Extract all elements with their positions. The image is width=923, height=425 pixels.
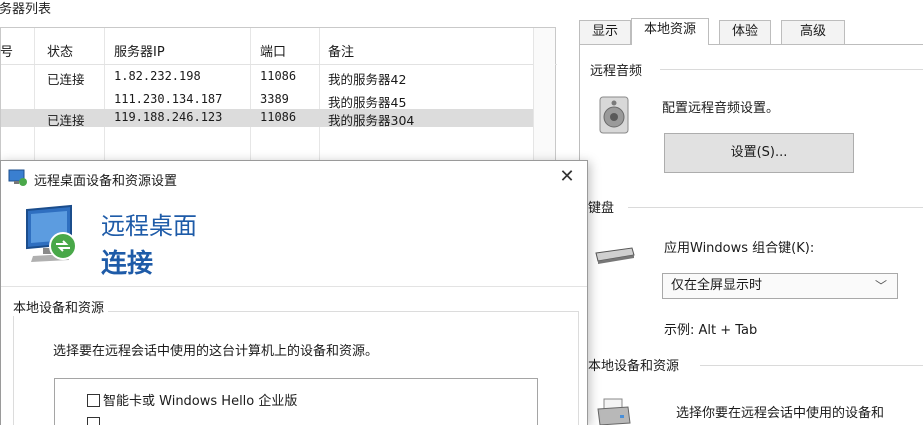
dialog-group-title: 本地设备和资源 <box>9 297 109 316</box>
local-devices-description: 选择你要在远程会话中使用的设备和 <box>676 406 885 421</box>
dialog-title: 远程桌面设备和资源设置 <box>34 174 178 189</box>
local-devices-group-title: 本地设备和资源 <box>588 355 684 374</box>
close-icon[interactable]: ✕ <box>555 165 579 189</box>
dialog-description: 选择要在远程会话中使用的这台计算机上的设备和资源。 <box>53 344 379 359</box>
chevron-down-icon: ﹀ <box>874 279 887 293</box>
row-status: 已连接 <box>47 72 85 87</box>
table-row[interactable]: 已连接 119.188.246.123 11086 我的服务器304 <box>1 109 535 128</box>
column-header-index[interactable]: 序号 <box>0 41 13 60</box>
column-header-ip[interactable]: 服务器IP <box>114 41 165 60</box>
keyboard-label: 应用Windows 组合键(K): <box>664 241 815 256</box>
keyboard-combo-value: 仅在全屏显示时 <box>671 278 763 293</box>
tab-display[interactable]: 显示 <box>579 20 631 44</box>
tab-advanced[interactable]: 高级 <box>781 20 845 44</box>
banner-connect: 连接 <box>101 249 154 279</box>
dialog-body: 本地设备和资源 选择要在远程会话中使用的这台计算机上的设备和资源。 智能卡或 W… <box>1 287 587 425</box>
printer-icon <box>594 397 634 425</box>
table-row[interactable]: 111.230.134.187 3389 我的服务器45 <box>1 91 535 110</box>
keyboard-icon <box>594 245 636 271</box>
banner-product-name: 远程桌面 <box>101 212 197 240</box>
dialog-titlebar[interactable]: 远程桌面设备和资源设置 ✕ <box>1 161 587 194</box>
smart-card-label: 智能卡或 Windows Hello 企业版 <box>103 394 298 409</box>
audio-description: 配置远程音频设置。 <box>662 101 780 116</box>
smart-card-checkbox[interactable]: 智能卡或 Windows Hello 企业版 <box>87 390 297 409</box>
audio-settings-button[interactable]: 设置(S)... <box>664 133 854 173</box>
column-header-note[interactable]: 备注 <box>328 41 354 60</box>
keyboard-example: 示例: Alt + Tab <box>664 323 758 338</box>
device-resource-dialog: 远程桌面设备和资源设置 ✕ 远程桌面 连接 本地设备和资源 选择要在远程会话中使… <box>0 160 588 425</box>
row-note: 我的服务器304 <box>328 113 415 128</box>
server-table[interactable]: 序号 状态 服务器IP 端口 备注 已连接 1.82.232.198 11086… <box>0 27 557 168</box>
remote-desktop-icon <box>8 169 28 191</box>
row-note: 我的服务器42 <box>328 72 407 87</box>
server-list-group-title: 服务器列表 <box>0 2 52 17</box>
table-scrollbar[interactable] <box>533 28 555 166</box>
column-header-port[interactable]: 端口 <box>260 41 286 60</box>
speaker-icon <box>598 95 632 139</box>
row-ip: 119.188.246.123 <box>114 110 223 124</box>
second-checkbox[interactable] <box>87 417 103 425</box>
keyboard-group-title: 键盘 <box>588 197 619 216</box>
checkbox-icon[interactable] <box>87 417 100 425</box>
remote-desktop-icon <box>19 204 85 274</box>
tab-experience[interactable]: 体验 <box>719 20 771 44</box>
row-port: 11086 <box>260 110 297 124</box>
audio-group-title: 远程音频 <box>590 60 647 79</box>
row-status: 已连接 <box>47 113 85 128</box>
keyboard-combo-select[interactable]: 仅在全屏显示时 ﹀ <box>662 273 898 299</box>
table-row[interactable]: 已连接 1.82.232.198 11086 我的服务器42 <box>1 68 535 87</box>
row-ip: 1.82.232.198 <box>114 69 201 83</box>
row-port: 11086 <box>260 69 297 83</box>
local-resources-panel: 远程音频 配置远程音频设置。 设置(S)... 键盘 应用Windows 组合键… <box>579 44 923 425</box>
device-checklist[interactable]: 智能卡或 Windows Hello 企业版 <box>54 378 538 425</box>
dialog-banner: 远程桌面 连接 <box>1 194 587 287</box>
row-ip: 111.230.134.187 <box>114 92 223 106</box>
checkbox-icon[interactable] <box>87 394 100 407</box>
row-port: 3389 <box>260 92 289 106</box>
column-header-status[interactable]: 状态 <box>47 41 73 60</box>
tab-local-resources[interactable]: 本地资源 <box>631 18 709 45</box>
